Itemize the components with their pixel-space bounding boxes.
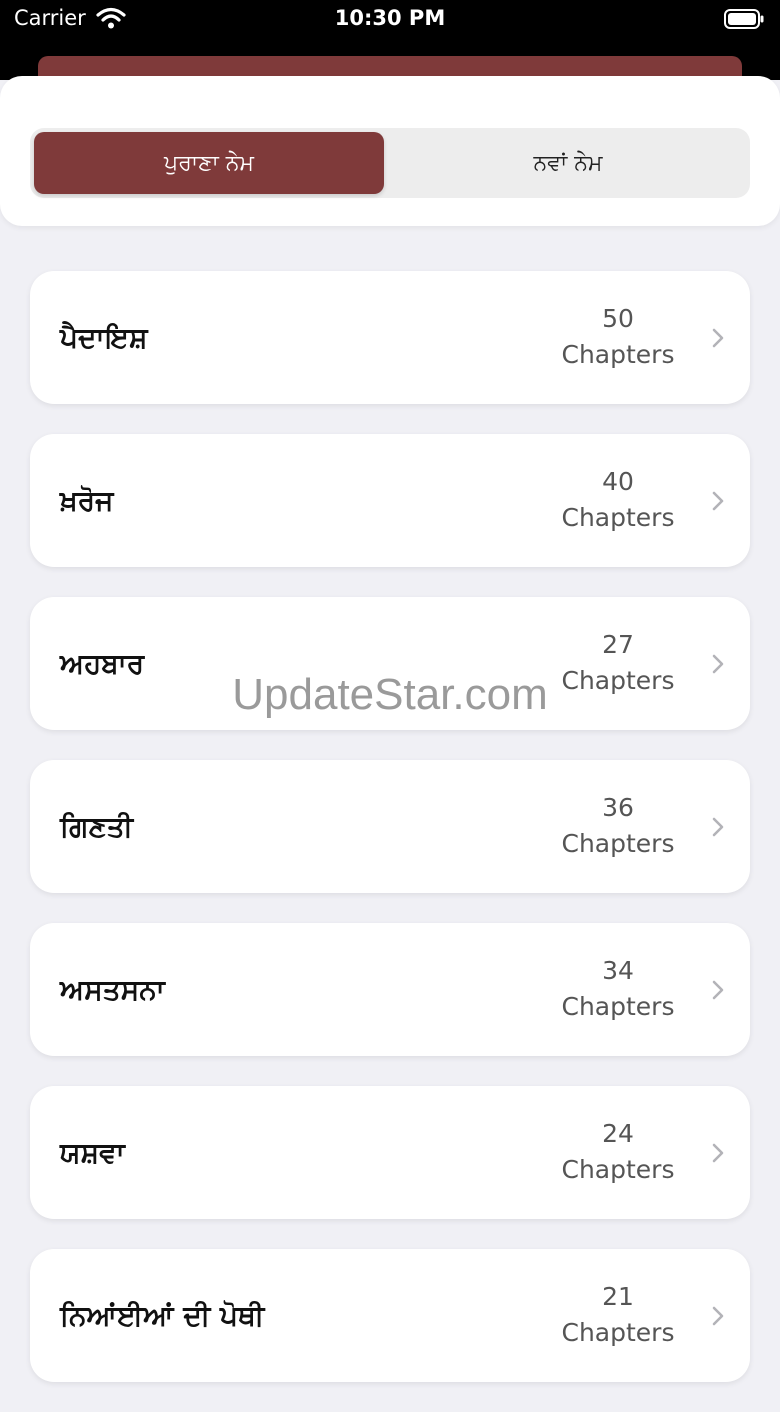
book-title: ਪੈਦਾਇਸ਼	[60, 320, 148, 354]
chevron-right-icon	[712, 328, 724, 348]
chapter-count: 34 Chapters	[548, 953, 688, 1025]
battery-icon	[724, 9, 764, 29]
chapter-count-number: 36	[602, 793, 634, 822]
chevron-right-icon	[712, 1143, 724, 1163]
chapter-count-unit: Chapters	[561, 340, 675, 369]
old-testament-tab[interactable]: ਪੁਰਾਣਾ ਨੇਮ	[34, 132, 384, 194]
chapter-count-number: 27	[602, 630, 634, 659]
chapter-count: 27 Chapters	[548, 627, 688, 699]
book-title: ਅਹਬਾਰ	[60, 646, 145, 680]
book-title: ਖ਼ਰੋਜ	[60, 483, 114, 517]
chapter-count-unit: Chapters	[561, 1155, 675, 1184]
book-list: ਪੈਦਾਇਸ਼ 50 Chapters ਖ਼ਰੋਜ 40 Chapters ਅਹ…	[30, 271, 750, 1412]
book-row[interactable]: ਅਸਤਸਨਾ 34 Chapters	[30, 923, 750, 1056]
book-row[interactable]: ਪੈਦਾਇਸ਼ 50 Chapters	[30, 271, 750, 404]
chapter-count: 36 Chapters	[548, 790, 688, 862]
chapter-count-number: 40	[602, 467, 634, 496]
chapter-count-unit: Chapters	[561, 992, 675, 1021]
book-title: ਅਸਤਸਨਾ	[60, 972, 165, 1006]
chapter-count-unit: Chapters	[561, 1318, 675, 1347]
chapter-count-number: 34	[602, 956, 634, 985]
chapter-count-number: 50	[602, 304, 634, 333]
book-row[interactable]: ਖ਼ਰੋਜ 40 Chapters	[30, 434, 750, 567]
testament-segmented-control: ਪੁਰਾਣਾ ਨੇਮ ਨਵਾਂ ਨੇਮ	[30, 128, 750, 198]
testament-switch-card: ਪੁਰਾਣਾ ਨੇਮ ਨਵਾਂ ਨੇਮ	[0, 76, 780, 226]
chapter-count-unit: Chapters	[561, 666, 675, 695]
chevron-right-icon	[712, 980, 724, 1000]
chapter-count: 50 Chapters	[548, 301, 688, 373]
book-row[interactable]: ਨਿਆਂਈਆਂ ਦੀ ਪੋਥੀ 21 Chapters	[30, 1249, 750, 1382]
chapter-count: 40 Chapters	[548, 464, 688, 536]
book-title: ਯਸ਼ਵਾ	[60, 1135, 125, 1169]
book-row[interactable]: ਗਿਣਤੀ 36 Chapters	[30, 760, 750, 893]
chapter-count-number: 21	[602, 1282, 634, 1311]
chapter-count: 21 Chapters	[548, 1279, 688, 1351]
chapter-count: 24 Chapters	[548, 1116, 688, 1188]
status-time: 10:30 PM	[334, 6, 446, 30]
chevron-right-icon	[712, 491, 724, 511]
book-title: ਨਿਆਂਈਆਂ ਦੀ ਪੋਥੀ	[60, 1298, 265, 1332]
chapter-count-number: 24	[602, 1119, 634, 1148]
new-testament-tab[interactable]: ਨਵਾਂ ਨੇਮ	[390, 132, 746, 194]
chevron-right-icon	[712, 654, 724, 674]
book-row[interactable]: ਅਹਬਾਰ 27 Chapters	[30, 597, 750, 730]
chevron-right-icon	[712, 817, 724, 837]
book-row[interactable]: ਯਸ਼ਵਾ 24 Chapters	[30, 1086, 750, 1219]
chapter-count-unit: Chapters	[561, 503, 675, 532]
chapter-count-unit: Chapters	[561, 829, 675, 858]
book-title: ਗਿਣਤੀ	[60, 809, 134, 843]
chevron-right-icon	[712, 1306, 724, 1326]
